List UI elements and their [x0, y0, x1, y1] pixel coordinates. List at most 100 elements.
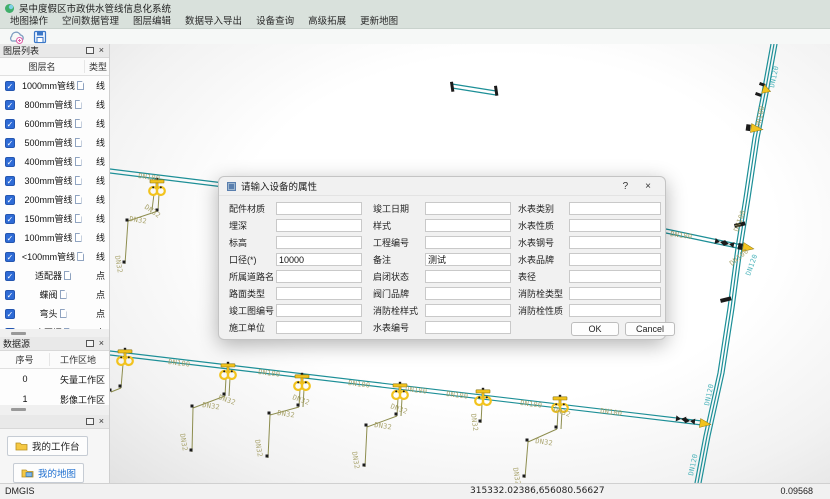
layer-row[interactable]: ✓蝶阀点	[0, 285, 109, 304]
field-input[interactable]	[425, 202, 511, 215]
layer-checkbox[interactable]: ✓	[5, 271, 15, 281]
layer-row[interactable]: ✓500mm管线线	[0, 133, 109, 152]
field-input[interactable]	[569, 219, 661, 232]
pipe-diameter-label: DN32	[374, 421, 393, 431]
field-label: 水表类别	[518, 202, 569, 215]
pipe-diameter-label: DN32	[350, 451, 361, 470]
field-label: 配件材质	[229, 202, 276, 215]
field-input[interactable]	[569, 287, 661, 300]
layer-row[interactable]: ✓150mm管线线	[0, 209, 109, 228]
layer-row[interactable]: ✓800mm管线线	[0, 95, 109, 114]
menu-item[interactable]: 高级拓展	[301, 16, 353, 28]
dialog-field-row: 水表品牌	[518, 251, 661, 268]
layer-row[interactable]: ✓200mm管线线	[0, 190, 109, 209]
field-input[interactable]	[276, 304, 362, 317]
dialog-help-button[interactable]: ?	[617, 181, 635, 192]
service-branch	[229, 378, 230, 396]
dialog-field-row: 配件材质	[229, 200, 362, 217]
layer-checkbox[interactable]: ✓	[5, 252, 15, 262]
layer-row[interactable]: ✓适配器点	[0, 266, 109, 285]
layer-row[interactable]: ✓1000mm管线线	[0, 76, 109, 95]
field-input[interactable]	[425, 321, 511, 334]
pipe-diameter-label: DN100	[520, 399, 543, 410]
field-input[interactable]	[276, 253, 362, 266]
cloud-upload-icon[interactable]	[7, 29, 25, 45]
dialog-field-row: 路面类型	[229, 285, 362, 302]
layer-checkbox[interactable]: ✓	[5, 309, 15, 319]
field-label: 水表钢号	[518, 236, 569, 249]
field-input[interactable]	[425, 270, 511, 283]
menu-item[interactable]: 地图操作	[3, 16, 55, 28]
field-input[interactable]	[569, 304, 661, 317]
dialog-close-button[interactable]: ×	[639, 181, 657, 192]
layer-type: 线	[91, 250, 109, 263]
layer-checkbox[interactable]: ✓	[5, 138, 15, 148]
layer-checkbox[interactable]: ✓	[5, 157, 15, 167]
datasource-panel-header: 数据源 ×	[0, 337, 109, 351]
field-input[interactable]	[425, 236, 511, 249]
menu-item[interactable]: 数据导入导出	[178, 16, 249, 28]
layer-checkbox[interactable]: ✓	[5, 290, 15, 300]
branch-node	[119, 385, 122, 388]
layer-type: 线	[91, 212, 109, 225]
float-panel-icon[interactable]	[86, 340, 94, 347]
layer-checkbox[interactable]: ✓	[5, 195, 15, 205]
datasource-row[interactable]: 0矢量工作区	[0, 369, 109, 389]
menu-item[interactable]: 更新地图	[353, 16, 405, 28]
field-label: 口径(*)	[229, 253, 276, 266]
pipe-diameter-label: DN32	[178, 433, 189, 452]
close-panel-icon[interactable]: ×	[99, 47, 104, 54]
ok-button[interactable]: OK	[571, 322, 619, 336]
field-input[interactable]	[276, 270, 362, 283]
field-input[interactable]	[276, 236, 362, 249]
field-input[interactable]	[425, 304, 511, 317]
layer-checkbox[interactable]: ✓	[5, 214, 15, 224]
layer-row[interactable]: ✓弯头点	[0, 304, 109, 323]
field-input[interactable]	[425, 287, 511, 300]
datasource-row[interactable]: 1影像工作区	[0, 389, 109, 405]
layer-row[interactable]: ✓<100mm管线线	[0, 247, 109, 266]
field-input[interactable]	[276, 321, 362, 334]
field-input[interactable]	[276, 287, 362, 300]
field-input[interactable]	[276, 219, 362, 232]
document-icon	[77, 252, 84, 261]
layer-checkbox[interactable]: ✓	[5, 176, 15, 186]
layer-row[interactable]: ✓600mm管线线	[0, 114, 109, 133]
field-input[interactable]	[276, 202, 362, 215]
pipe-diameter-label: DN32	[253, 439, 264, 458]
my-workbench-button[interactable]: 我的工作台	[7, 436, 88, 456]
layer-row[interactable]: ✓100mm管线线	[0, 228, 109, 247]
field-input[interactable]	[569, 236, 661, 249]
menu-item[interactable]: 设备查询	[249, 16, 301, 28]
field-label: 消防栓样式	[373, 304, 425, 317]
menu-item[interactable]: 空间数据管理	[55, 16, 126, 28]
cancel-button[interactable]: Cancel	[625, 322, 675, 336]
layer-row[interactable]: ✓400mm管线线	[0, 152, 109, 171]
field-input[interactable]	[569, 270, 661, 283]
float-panel-icon[interactable]	[86, 47, 94, 54]
datasource-index: 1	[0, 394, 50, 404]
save-icon[interactable]	[32, 29, 48, 45]
layer-checkbox[interactable]: ✓	[5, 119, 15, 129]
my-map-button[interactable]: 我的地图	[13, 463, 84, 483]
sidebar: 图层列表 × 图层名 类型 ✓1000mm管线线✓800mm管线线✓600mm管…	[0, 44, 110, 483]
dialog-column-3: 水表类别水表性质水表钢号水表品牌表径消防栓类型消防栓性质	[518, 200, 661, 319]
splitter-handle[interactable]	[0, 329, 109, 337]
splitter-handle[interactable]	[0, 405, 109, 415]
branch-node	[266, 455, 269, 458]
field-input[interactable]	[425, 253, 511, 266]
float-panel-icon[interactable]	[86, 418, 94, 425]
dialog-title-bar[interactable]: 请输入设备的属性 ? ×	[219, 177, 665, 196]
field-input[interactable]	[569, 202, 661, 215]
layer-row[interactable]: ✓300mm管线线	[0, 171, 109, 190]
menu-item[interactable]: 图层编辑	[126, 16, 178, 28]
close-panel-icon[interactable]: ×	[99, 340, 104, 347]
layer-checkbox[interactable]: ✓	[5, 81, 15, 91]
field-input[interactable]	[569, 253, 661, 266]
field-input[interactable]	[425, 219, 511, 232]
layer-checkbox[interactable]: ✓	[5, 233, 15, 243]
pipe-diameter-label: DN32	[202, 401, 221, 411]
field-label: 竣工图编号	[229, 304, 276, 317]
close-panel-icon[interactable]: ×	[99, 418, 104, 425]
layer-checkbox[interactable]: ✓	[5, 100, 15, 110]
